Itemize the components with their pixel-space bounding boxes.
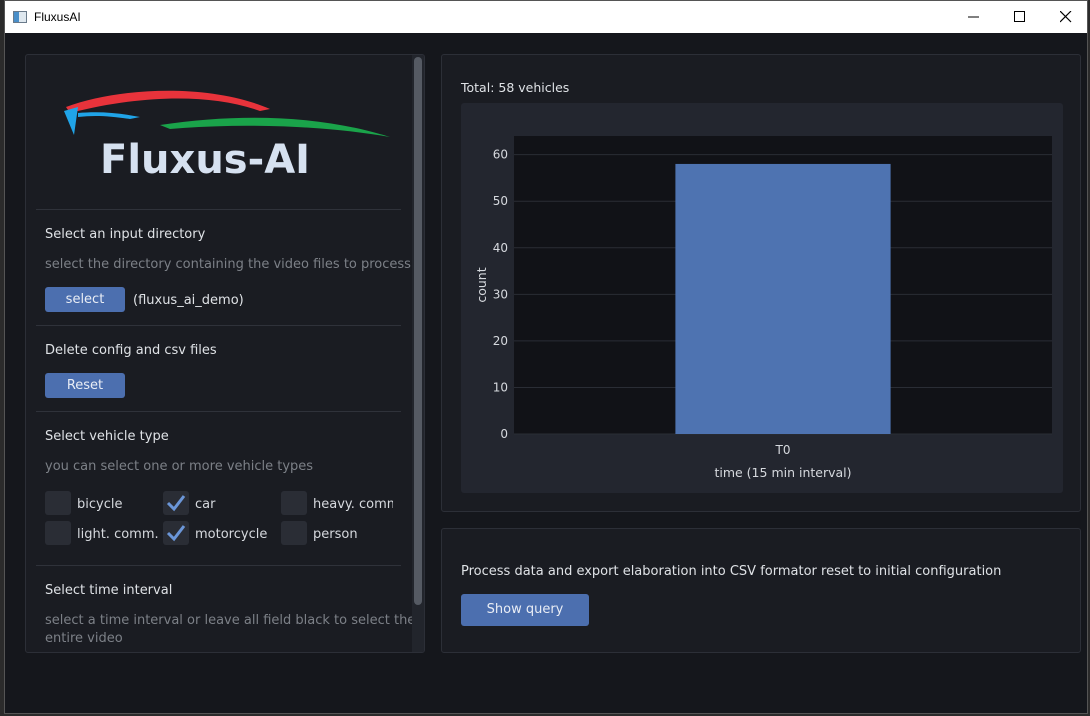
title-bar: FluxusAI bbox=[5, 1, 1087, 33]
y-tick-label: 20 bbox=[493, 334, 508, 348]
vehicle-checkbox-label: light. comm. v bbox=[77, 527, 159, 542]
minimize-icon bbox=[968, 16, 979, 18]
scrollbar-thumb[interactable] bbox=[414, 57, 422, 605]
divider bbox=[36, 565, 401, 566]
input-dir-heading: Select an input directory bbox=[45, 227, 206, 242]
y-axis-label: count bbox=[474, 267, 489, 302]
divider bbox=[36, 209, 401, 210]
maximize-icon bbox=[1014, 11, 1025, 22]
logo-text: Fluxus-AI bbox=[100, 137, 310, 183]
fluxus-ai-logo: Fluxus-AI bbox=[64, 90, 390, 183]
y-tick-label: 10 bbox=[493, 380, 508, 394]
vehicle-type-hint: you can select one or more vehicle types bbox=[45, 459, 314, 474]
vehicle-checkbox[interactable] bbox=[45, 491, 71, 515]
close-icon bbox=[1060, 11, 1072, 23]
vehicle-checkbox-label: person bbox=[313, 527, 358, 542]
x-tick-label: T0 bbox=[775, 443, 791, 457]
selected-directory-label: (fluxus_ai_demo) bbox=[133, 293, 244, 308]
process-description: Process data and export elaboration into… bbox=[461, 564, 1002, 579]
vehicle-checkbox[interactable] bbox=[281, 521, 307, 545]
export-panel: Process data and export elaboration into… bbox=[441, 528, 1081, 653]
y-tick-label: 50 bbox=[493, 194, 508, 208]
minimize-button[interactable] bbox=[951, 1, 997, 33]
time-interval-hint-line2: entire video bbox=[45, 631, 123, 646]
reset-heading: Delete config and csv files bbox=[45, 343, 217, 358]
vehicle-checkbox[interactable] bbox=[281, 491, 307, 515]
vehicle-checkbox-label: motorcycle bbox=[195, 527, 268, 542]
show-query-button[interactable]: Show query bbox=[461, 594, 589, 626]
input-dir-hint: select the directory containing the vide… bbox=[45, 257, 411, 272]
x-axis-label: time (15 min interval) bbox=[714, 465, 851, 480]
vehicle-type-heading: Select vehicle type bbox=[45, 429, 169, 444]
settings-panel: Fluxus-AI Select an input directory sele… bbox=[25, 54, 425, 653]
vehicle-checkbox-label: heavy. comm bbox=[313, 497, 393, 512]
total-vehicles-label: Total: 58 vehicles bbox=[461, 80, 570, 95]
checkmark-icon bbox=[166, 495, 186, 512]
vehicle-checkbox-label: bicycle bbox=[77, 497, 123, 512]
chart-svg: 0 10 20 30 40 50 60 T0 time (15 min interval) cou… bbox=[474, 136, 1052, 480]
y-tick-label: 40 bbox=[493, 241, 508, 255]
vehicle-count-chart: 0 10 20 30 40 50 60 T0 time (15 min interval) cou… bbox=[461, 103, 1063, 493]
divider bbox=[36, 411, 401, 412]
app-window: FluxusAI Fluxus-AI Select an input direc… bbox=[4, 0, 1088, 714]
maximize-button[interactable] bbox=[997, 1, 1043, 33]
divider bbox=[36, 325, 401, 326]
y-tick-label: 0 bbox=[500, 427, 508, 441]
close-button[interactable] bbox=[1043, 1, 1089, 33]
app-icon bbox=[13, 11, 27, 23]
vehicle-checkbox-label: car bbox=[195, 497, 216, 512]
time-interval-hint-line1: select a time interval or leave all fiel… bbox=[45, 613, 416, 628]
vehicle-checkbox[interactable] bbox=[163, 521, 189, 545]
bar bbox=[675, 163, 891, 434]
reset-button[interactable]: Reset bbox=[45, 373, 125, 398]
vehicle-checkbox[interactable] bbox=[163, 491, 189, 515]
select-directory-button[interactable]: select bbox=[45, 287, 125, 312]
settings-scrollbar[interactable] bbox=[412, 55, 424, 652]
vehicle-checkbox[interactable] bbox=[45, 521, 71, 545]
time-interval-heading: Select time interval bbox=[45, 583, 173, 598]
results-panel: Total: 58 vehicles 0 10 20 30 40 50 60 T0 time (… bbox=[441, 54, 1081, 512]
checkmark-icon bbox=[166, 525, 186, 542]
y-tick-label: 30 bbox=[493, 287, 508, 301]
window-title: FluxusAI bbox=[34, 10, 81, 24]
y-tick-label: 60 bbox=[493, 148, 508, 162]
